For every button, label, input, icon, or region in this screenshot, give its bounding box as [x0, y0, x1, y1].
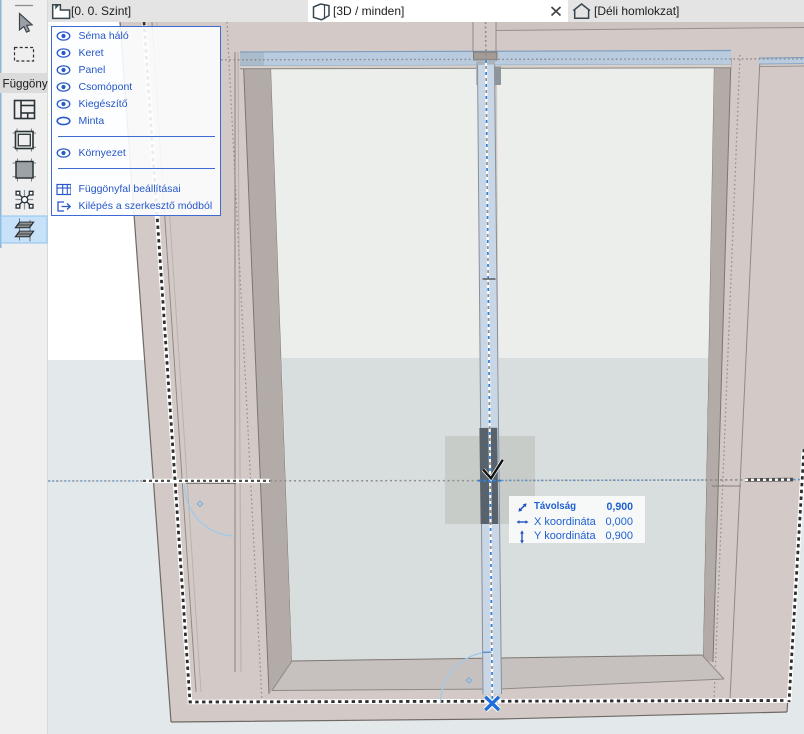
svg-text:Függöny: Függöny	[3, 78, 48, 91]
